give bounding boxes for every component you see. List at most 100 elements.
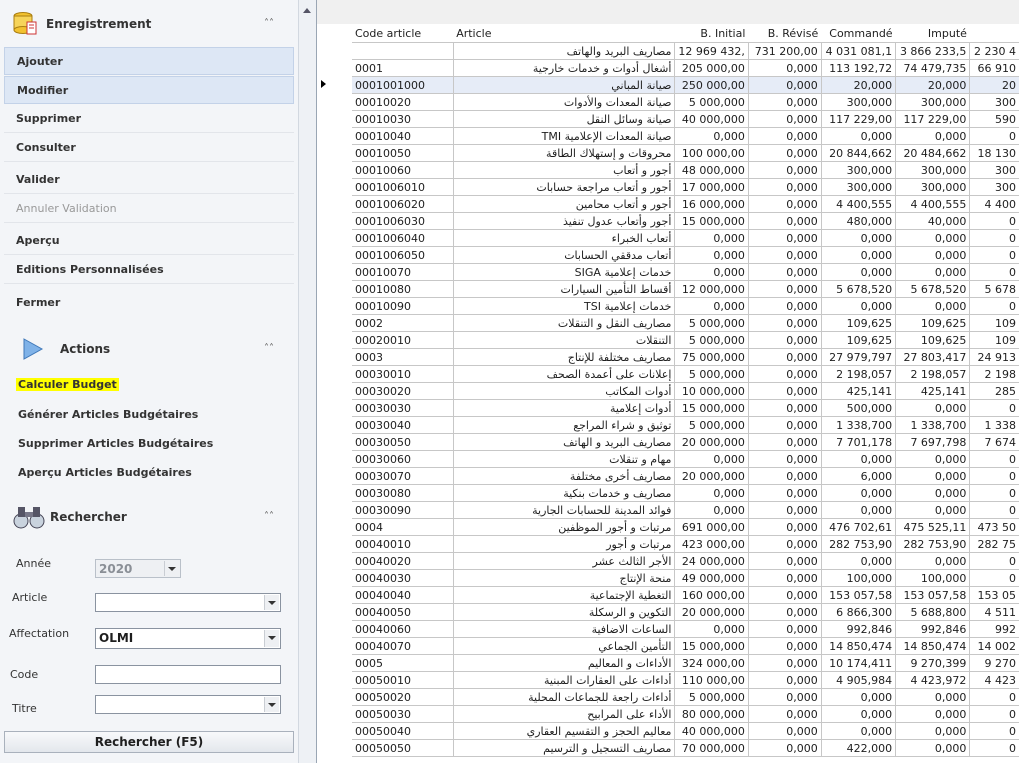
- table-cell[interactable]: محروقات و إستهلاك الطاقة: [453, 144, 676, 162]
- rechercher-button[interactable]: Rechercher (F5): [4, 731, 294, 753]
- table-row[interactable]: 0001006040 أتعاب الخبراء 0,000 0,000 0,000 0,…: [352, 229, 1019, 247]
- table-cell[interactable]: 5 678,520: [821, 280, 897, 298]
- table-cell[interactable]: 0,000: [895, 739, 971, 757]
- table-cell[interactable]: 0,000: [895, 501, 971, 519]
- table-cell[interactable]: 24 913: [969, 348, 1019, 366]
- action-apercu-articles[interactable]: Aperçu Articles Budgétaires: [18, 466, 192, 479]
- table-cell[interactable]: 0,000: [748, 280, 822, 298]
- table-row[interactable]: 00010020 صيانة المعدات والأدوات 5 000,000 0…: [352, 93, 1019, 111]
- table-cell[interactable]: 324 000,00: [674, 654, 749, 672]
- table-cell[interactable]: 0,000: [748, 93, 822, 111]
- table-cell[interactable]: 0,000: [674, 620, 749, 638]
- table-cell[interactable]: 0,000: [748, 705, 822, 723]
- table-cell[interactable]: صيانة المعدات الإعلامية TMI: [453, 127, 676, 145]
- table-cell[interactable]: 2 230 4: [969, 42, 1019, 60]
- table-cell[interactable]: 0001006050: [352, 246, 454, 264]
- table-cell[interactable]: 0,000: [748, 552, 822, 570]
- table-cell[interactable]: خدمات إعلامية SIGA: [453, 263, 676, 281]
- menu-editions-personnalisees[interactable]: Editions Personnalisées: [4, 256, 294, 284]
- table-row[interactable]: 00040030 منحة الإنتاج 49 000,000 0,000 100,0…: [352, 569, 1019, 587]
- table-row[interactable]: 0005 الأداءات و المعاليم 324 000,00 0,000 10…: [352, 654, 1019, 672]
- table-row[interactable]: 00030070 مصاريف أخرى مختلفة 20 000,000 0,00…: [352, 467, 1019, 485]
- col-header-extra[interactable]: [969, 24, 1019, 43]
- table-cell[interactable]: 0,000: [821, 127, 897, 145]
- table-cell[interactable]: 160 000,00: [674, 586, 749, 604]
- table-cell[interactable]: 0,000: [748, 586, 822, 604]
- table-cell[interactable]: 00010090: [352, 297, 454, 315]
- table-cell[interactable]: 00050040: [352, 722, 454, 740]
- menu-apercu[interactable]: Aperçu: [4, 227, 294, 255]
- chevron-down-icon[interactable]: [264, 697, 279, 712]
- table-cell[interactable]: 0,000: [821, 501, 897, 519]
- table-cell[interactable]: 5 678,520: [895, 280, 971, 298]
- table-cell[interactable]: 27 803,417: [895, 348, 971, 366]
- table-row[interactable]: 00010080 أقساط التأمين السيارات 12 000,000…: [352, 280, 1019, 298]
- table-cell[interactable]: 0: [969, 552, 1019, 570]
- table-row[interactable]: 00050010 أداءات على العقارات المبنية 110 0…: [352, 671, 1019, 689]
- table-cell[interactable]: 0,000: [895, 297, 971, 315]
- table-cell[interactable]: 282 75: [969, 535, 1019, 553]
- table-cell[interactable]: 0,000: [748, 59, 822, 77]
- table-cell[interactable]: 100,000: [895, 569, 971, 587]
- table-cell[interactable]: 0,000: [895, 229, 971, 247]
- table-cell[interactable]: 0,000: [748, 620, 822, 638]
- table-cell[interactable]: 00030010: [352, 365, 454, 383]
- table-cell[interactable]: 0,000: [748, 263, 822, 281]
- table-row[interactable]: 00030040 توثيق و شراء المراجع 5 000,000 0,0…: [352, 416, 1019, 434]
- table-cell[interactable]: أقساط التأمين السيارات: [453, 280, 676, 298]
- table-cell[interactable]: 0,000: [748, 467, 822, 485]
- article-select[interactable]: [95, 593, 281, 612]
- table-cell[interactable]: 109: [969, 314, 1019, 332]
- table-cell[interactable]: 425,141: [895, 382, 971, 400]
- table-cell[interactable]: معاليم الحجز و التقسيم العقاري: [453, 722, 676, 740]
- table-cell[interactable]: أداءات على العقارات المبنية: [453, 671, 676, 689]
- table-row[interactable]: 00030050 مصاريف البريد و الهاتف 20 000,000…: [352, 433, 1019, 451]
- table-cell[interactable]: الأجر الثالث عشر: [453, 552, 676, 570]
- table-cell[interactable]: 7 697,798: [895, 433, 971, 451]
- collapse-icon[interactable]: ˄˄: [264, 18, 274, 29]
- section-enregistrement-header[interactable]: Enregistrement ˄˄: [4, 6, 294, 42]
- table-row[interactable]: 00050040 معاليم الحجز و التقسيم العقاري 40…: [352, 722, 1019, 740]
- table-cell[interactable]: 0,000: [748, 246, 822, 264]
- table-cell[interactable]: 00010020: [352, 93, 454, 111]
- table-row[interactable]: 00010050 محروقات و إستهلاك الطاقة 100 000,…: [352, 144, 1019, 162]
- table-cell[interactable]: 0003: [352, 348, 454, 366]
- table-cell[interactable]: 0,000: [748, 76, 822, 94]
- table-cell[interactable]: 992,846: [821, 620, 897, 638]
- table-cell[interactable]: 0,000: [748, 603, 822, 621]
- table-cell[interactable]: 00050050: [352, 739, 454, 757]
- table-cell[interactable]: 5 000,000: [674, 365, 749, 383]
- table-cell[interactable]: 0: [969, 450, 1019, 468]
- collapse-icon[interactable]: ˄˄: [264, 343, 274, 354]
- table-cell[interactable]: 1 338: [969, 416, 1019, 434]
- table-cell[interactable]: 0: [969, 739, 1019, 757]
- table-cell[interactable]: 20 484,662: [895, 144, 971, 162]
- table-cell[interactable]: 80 000,000: [674, 705, 749, 723]
- table-cell[interactable]: 0,000: [748, 161, 822, 179]
- table-cell[interactable]: 0,000: [748, 739, 822, 757]
- table-cell[interactable]: أجور و أتعاب مراجعة حسابات: [453, 178, 676, 196]
- table-cell[interactable]: مصاريف مختلفة للإنتاج: [453, 348, 676, 366]
- panel-scrollbar[interactable]: [298, 0, 318, 763]
- table-cell[interactable]: 0: [969, 246, 1019, 264]
- scroll-up-icon[interactable]: [303, 8, 311, 13]
- table-cell[interactable]: 0,000: [748, 654, 822, 672]
- table-row[interactable]: 00050050 مصاريف التسجيل و الترسيم 70 000,0…: [352, 739, 1019, 757]
- table-row[interactable]: 00040020 الأجر الثالث عشر 24 000,000 0,000 0…: [352, 552, 1019, 570]
- table-row[interactable]: 00010090 خدمات إعلامية TSI 0,000 0,000 0,000…: [352, 297, 1019, 315]
- table-cell[interactable]: 0,000: [748, 450, 822, 468]
- action-calculer-budget[interactable]: Calculer Budget: [16, 378, 119, 391]
- table-cell[interactable]: 15 000,000: [674, 212, 749, 230]
- col-header-code[interactable]: Code article: [352, 24, 454, 43]
- table-cell[interactable]: 0,000: [748, 433, 822, 451]
- table-cell[interactable]: 0,000: [895, 127, 971, 145]
- table-cell[interactable]: مصاريف البريد و الهاتف: [453, 433, 676, 451]
- table-cell[interactable]: 00010030: [352, 110, 454, 128]
- table-row[interactable]: 0001006030 أجور وأتعاب عدول تنفيذ 15 000,0…: [352, 212, 1019, 230]
- table-cell[interactable]: 109,625: [821, 331, 897, 349]
- table-cell[interactable]: 0,000: [895, 450, 971, 468]
- table-cell[interactable]: الأداءات و المعاليم: [453, 654, 676, 672]
- action-supprimer-articles[interactable]: Supprimer Articles Budgétaires: [18, 437, 213, 450]
- table-cell[interactable]: 500,000: [821, 399, 897, 417]
- table-row[interactable]: 00030010 إعلانات على أعمدة الصحف 5 000,000…: [352, 365, 1019, 383]
